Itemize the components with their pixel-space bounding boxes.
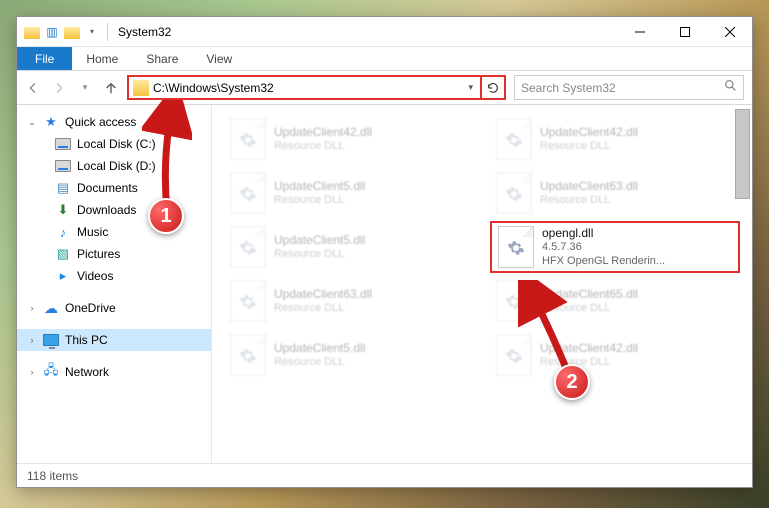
disk-icon <box>55 158 71 174</box>
file-subtitle: Resource DLL <box>274 248 365 262</box>
tab-share[interactable]: Share <box>132 47 192 70</box>
folder-icon <box>23 23 41 41</box>
annotation-callout-2: 2 <box>554 364 590 400</box>
file-item[interactable]: UpdateClient42.dllResource DLL <box>490 113 740 165</box>
dll-file-icon <box>496 172 532 214</box>
file-name: UpdateClient42.dll <box>274 125 372 140</box>
cloud-icon: ☁ <box>43 300 59 316</box>
chevron-right-icon[interactable]: › <box>27 335 37 345</box>
file-item-highlighted[interactable]: opengl.dll4.5.7.36HFX OpenGL Renderin... <box>490 221 740 273</box>
sidebar-network[interactable]: ›🖧Network <box>17 361 211 383</box>
chevron-right-icon[interactable]: › <box>27 367 37 377</box>
close-button[interactable] <box>707 17 752 46</box>
file-name: UpdateClient42.dll <box>540 125 638 140</box>
file-list-pane[interactable]: UpdateClient42.dllResource DLLUpdateClie… <box>212 105 752 463</box>
qat-dropdown-icon[interactable]: ▾ <box>83 23 101 41</box>
tab-home[interactable]: Home <box>72 47 132 70</box>
file-item[interactable]: UpdateClient5.dllResource DLL <box>224 167 474 219</box>
dll-file-icon <box>498 226 534 268</box>
scrollbar[interactable] <box>735 109 750 199</box>
file-menu[interactable]: File <box>17 47 72 70</box>
network-icon: 🖧 <box>43 364 59 380</box>
file-subtitle-2: HFX OpenGL Renderin... <box>542 255 665 269</box>
props-icon[interactable]: ▥ <box>43 23 61 41</box>
address-path: C:\Windows\System32 <box>153 81 461 95</box>
videos-icon: ▸ <box>55 268 71 284</box>
file-name: opengl.dll <box>542 226 665 241</box>
dll-file-icon <box>496 118 532 160</box>
dll-file-icon <box>230 334 266 376</box>
address-bar-row: ▾ C:\Windows\System32 ▾ Search System32 <box>17 71 752 105</box>
file-subtitle: Resource DLL <box>540 194 638 208</box>
quick-access-toolbar: ▥ ▾ <box>17 23 112 41</box>
file-item[interactable]: UpdateClient63.dllResource DLL <box>224 275 474 327</box>
file-name: UpdateClient5.dll <box>274 233 365 248</box>
address-bar[interactable]: C:\Windows\System32 ▾ <box>127 75 482 100</box>
file-subtitle: Resource DLL <box>274 356 365 370</box>
file-item[interactable]: UpdateClient42.dllResource DLL <box>224 113 474 165</box>
refresh-button[interactable] <box>482 75 506 100</box>
search-icon <box>724 79 737 97</box>
item-count: 118 items <box>27 469 78 483</box>
annotation-callout-1: 1 <box>148 198 184 234</box>
file-subtitle: 4.5.7.36 <box>542 241 665 255</box>
folder-icon <box>133 80 149 96</box>
file-subtitle: Resource DLL <box>274 302 372 316</box>
star-icon: ★ <box>43 114 59 130</box>
recent-dropdown[interactable]: ▾ <box>77 80 93 96</box>
status-bar: 118 items <box>17 463 752 487</box>
documents-icon: ▤ <box>55 180 71 196</box>
dll-file-icon <box>230 118 266 160</box>
maximize-button[interactable] <box>662 17 707 46</box>
file-subtitle: Resource DLL <box>274 194 365 208</box>
sidebar-this-pc[interactable]: ›This PC <box>17 329 211 351</box>
sidebar-item-pictures[interactable]: ▧Pictures <box>17 243 211 265</box>
tab-view[interactable]: View <box>192 47 246 70</box>
sidebar-item-label: Quick access <box>65 115 136 129</box>
chevron-right-icon[interactable]: › <box>27 303 37 313</box>
dll-file-icon <box>230 280 266 322</box>
music-icon: ♪ <box>55 224 71 240</box>
file-item[interactable]: UpdateClient5.dllResource DLL <box>224 221 474 273</box>
file-item[interactable]: UpdateClient63.dllResource DLL <box>490 167 740 219</box>
sidebar-onedrive[interactable]: ›☁OneDrive <box>17 297 211 319</box>
file-name: UpdateClient63.dll <box>274 287 372 302</box>
file-subtitle: Resource DLL <box>540 140 638 154</box>
file-item[interactable]: UpdateClient5.dllResource DLL <box>224 329 474 381</box>
pictures-icon: ▧ <box>55 246 71 262</box>
explorer-window: ▥ ▾ System32 File Home Share View ▾ C:\W… <box>16 16 753 488</box>
file-subtitle: Resource DLL <box>274 140 372 154</box>
computer-icon <box>43 332 59 348</box>
file-name: UpdateClient5.dll <box>274 179 365 194</box>
back-button[interactable] <box>25 80 41 96</box>
window-controls <box>617 17 752 46</box>
disk-icon <box>55 136 71 152</box>
ribbon: File Home Share View <box>17 47 752 71</box>
minimize-button[interactable] <box>617 17 662 46</box>
titlebar: ▥ ▾ System32 <box>17 17 752 47</box>
chevron-down-icon[interactable]: ⌄ <box>27 117 37 128</box>
file-name: UpdateClient63.dll <box>540 179 638 194</box>
search-input[interactable]: Search System32 <box>514 75 744 100</box>
dll-file-icon <box>230 172 266 214</box>
downloads-icon: ⬇ <box>55 202 71 218</box>
new-folder-icon[interactable] <box>63 23 81 41</box>
window-title: System32 <box>112 25 617 39</box>
search-placeholder: Search System32 <box>521 81 718 95</box>
file-name: UpdateClient5.dll <box>274 341 365 356</box>
forward-button[interactable] <box>51 80 67 96</box>
sidebar-item-videos[interactable]: ▸Videos <box>17 265 211 287</box>
dll-file-icon <box>230 226 266 268</box>
chevron-down-icon[interactable]: ▾ <box>465 82 476 93</box>
up-button[interactable] <box>103 80 119 96</box>
body: ⌄ ★ Quick access Local Disk (C:) Local D… <box>17 105 752 463</box>
